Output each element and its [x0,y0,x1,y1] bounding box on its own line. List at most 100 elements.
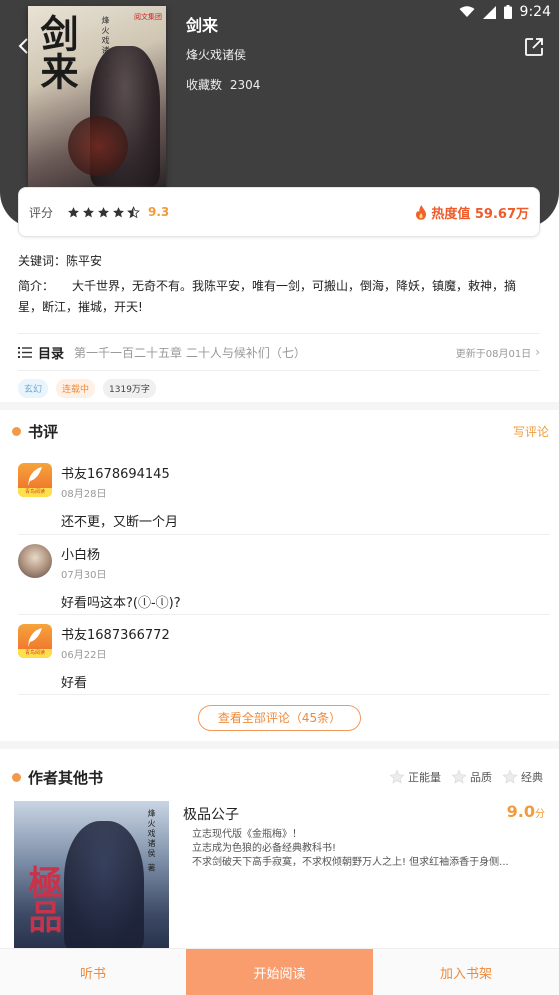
review-date: 08月28日 [61,489,107,500]
toc-label: 目录 [38,346,65,362]
cover-beast [68,116,128,176]
start-reading-button[interactable]: 开始阅读 [186,949,373,995]
keywords: 关键词：陈平安 [18,254,103,268]
flame-icon [416,204,427,220]
score-value: 9.0 [506,802,535,821]
fav-label: 收藏数 [186,78,223,92]
avatar[interactable]: 青鸟阅读 [18,624,52,658]
tag-genre[interactable]: 玄幻 [18,379,49,398]
toc-row[interactable]: 目录 第一千一百二十五章 二十人与候补们（七） 更新于08月01日 › [18,338,540,366]
toc-latest-chapter: 第一千一百二十五章 二十人与候补们（七） [74,345,306,360]
bullet-dot-icon [12,427,21,436]
tag-status: 连载中 [56,379,96,398]
avatar[interactable]: 青鸟阅读 [18,463,52,497]
review-text: 好看吗这本?(ⓛ-ⓛ)? [61,596,181,611]
filter-label: 品质 [470,771,492,784]
signal-icon [482,5,496,19]
list-icon [18,346,32,358]
review-date: 07月30日 [61,570,107,581]
intro-label: 简介： [18,279,55,293]
reviewer-name: 小白杨 [61,548,101,563]
battery-icon [503,5,512,19]
write-review-button[interactable]: 写评论 [513,423,549,440]
share-icon[interactable] [523,36,545,58]
intro-text: 大千世界，无奇不有。我陈平安，唯有一剑，可搬山，倒海，降妖，镇魔，敕神，摘星，断… [18,279,517,314]
rating-stars [67,205,140,219]
other-book-cover[interactable]: 極品 烽火戏诸侯 著 [14,801,169,951]
reviewer-name: 书友1678694145 [61,467,170,482]
toc-updated: 更新于08月01日 [455,348,532,360]
book-title: 剑来 [186,16,219,35]
review-item: 青鸟阅读 书友1687366772 06月22日 好看 [18,624,540,696]
cover-publisher-logo: 阅文集团 [134,13,162,21]
book-author[interactable]: 烽火戏诸侯 [186,46,246,63]
bottom-action-bar: 听书 开始阅读 加入书架 [0,948,559,995]
rating-card: 评分 9.3 热度值 59.67万 [18,187,540,237]
star-outline-icon [451,769,467,784]
filter-quality[interactable]: 品质 [451,769,492,785]
star-full-icon [68,206,79,217]
desc-line: 不求剑破天下高手寂寞，不求权倾朝野万人之上! 但求红袖添香于身侧... [192,857,509,868]
filter-positive[interactable]: 正能量 [389,769,441,785]
fav-value: 2304 [229,78,261,92]
status-bar: 9:24 [459,0,551,24]
section-separator [0,741,559,749]
intro: 简介： 大千世界，无奇不有。我陈平安，唯有一剑，可搬山，倒海，降妖，镇魔，敕神，摘… [18,276,540,318]
reviews-title: 书评 [28,423,59,441]
filter-classic[interactable]: 经典 [502,769,543,785]
reviewer-name: 书友1687366772 [61,628,170,643]
listen-button[interactable]: 听书 [0,949,186,995]
score-unit: 分 [535,809,545,820]
cover-author: 烽火戏诸侯 著 [147,809,156,874]
bullet-dot-icon [12,773,21,782]
divider [18,333,540,334]
heat-text: 热度值 59.67万 [431,206,529,222]
other-book-title[interactable]: 极品公子 [183,804,239,824]
other-book-desc: 立志现代版《金瓶梅》！ 立志成为色狼的必备经典教科书! 不求剑破天下高手寂寞，不… [192,828,548,870]
review-text: 好看 [61,676,88,691]
review-text: 还不更，又断一个月 [61,515,179,530]
other-book-score: 9.0分 [507,802,545,821]
feather-icon [28,467,42,486]
filter-label: 正能量 [408,771,441,784]
star-half-icon [127,205,140,218]
star-full-icon [83,206,94,217]
app-badge: 青鸟阅读 [18,488,52,497]
avatar[interactable] [18,544,52,578]
feather-icon [28,628,42,647]
app-badge: 青鸟阅读 [18,649,52,658]
view-all-reviews-button[interactable]: 查看全部评论（45条） [198,705,361,731]
review-item: 小白杨 07月30日 好看吗这本?(ⓛ-ⓛ)? [18,544,540,616]
cover-title: 剑来 [34,14,79,90]
section-separator [0,402,559,410]
desc-line: 立志成为色狼的必备经典教科书! [192,843,337,854]
cover-author: 烽火戏诸侯 著 [101,16,110,81]
star-outline-icon [502,769,518,784]
cover-figure [64,821,144,951]
other-books-title: 作者其他书 [28,769,104,787]
star-outline-icon [389,769,405,784]
divider [18,694,550,695]
cover-title: 極品 [22,865,62,933]
reviews-header: 书评 [12,421,58,442]
status-time: 9:24 [519,4,551,20]
fav-count: 收藏数 2304 [186,76,260,93]
desc-line: 立志现代版《金瓶梅》！ [192,829,302,840]
tag-word-count: 1319万字 [103,379,156,398]
review-date: 06月22日 [61,650,107,661]
divider [18,614,550,615]
book-cover: 剑来 烽火戏诸侯 著 阅文集团 [28,6,166,188]
add-to-shelf-button[interactable]: 加入书架 [373,949,559,995]
divider [18,534,550,535]
star-full-icon [113,206,124,217]
review-item: 青鸟阅读 书友1678694145 08月28日 还不更，又断一个月 [18,463,540,535]
divider [18,370,540,371]
tag-list: 玄幻 连载中 1319万字 [18,379,156,398]
other-books-header: 作者其他书 [12,767,103,788]
rating-label: 评分 [29,205,54,220]
star-full-icon [98,206,109,217]
filter-label: 经典 [521,771,543,784]
book-filters: 正能量 品质 经典 [389,769,543,785]
chevron-right-icon: › [535,345,540,359]
heat-value: 热度值 59.67万 [415,203,529,222]
